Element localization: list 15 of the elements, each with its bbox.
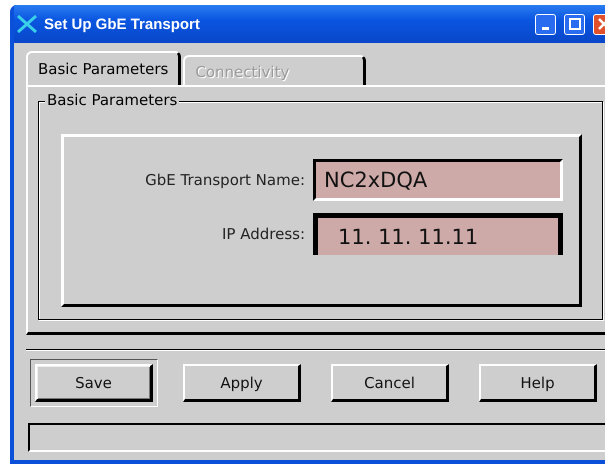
dialog-button[interactable]: Help [479, 364, 597, 402]
input-field[interactable]: 11. 11. 11.11 [313, 213, 563, 255]
maximize-icon [568, 18, 580, 30]
dialog-button[interactable]: Apply [183, 364, 301, 402]
minimize-icon [542, 26, 549, 30]
input-field[interactable]: NC2xDQA [313, 159, 563, 201]
x-logo-icon [16, 14, 38, 34]
dialog-button[interactable]: Cancel [331, 364, 449, 402]
minimize-button[interactable] [535, 14, 556, 34]
field-label: IP Address: [222, 225, 305, 243]
window-title: Set Up GbE Transport [44, 16, 201, 32]
maximize-button[interactable] [564, 14, 585, 34]
tab[interactable]: Basic Parameters [26, 51, 182, 85]
dialog-button[interactable]: Save [35, 364, 153, 402]
field-label: GbE Transport Name: [145, 171, 305, 189]
